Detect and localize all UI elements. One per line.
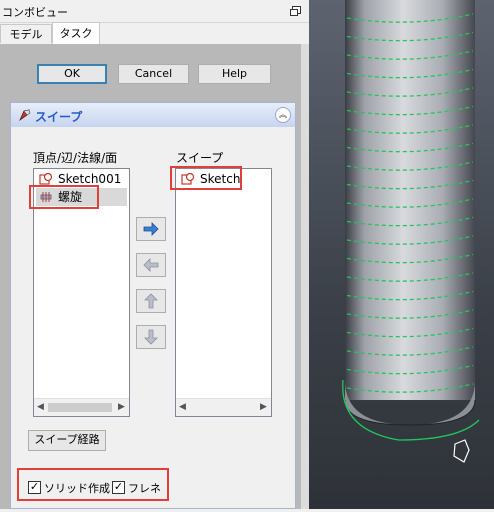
available-header: 頂点/辺/法線/面 [33, 151, 118, 165]
arrow-up-icon [144, 293, 158, 309]
arrow-down-icon [144, 329, 158, 345]
scroll-thumb[interactable] [48, 403, 112, 412]
arrow-left-icon [143, 258, 159, 272]
highlight-sketch [170, 166, 242, 190]
panel-titlebar: コンボビュー [0, 0, 309, 23]
sweep-title: スイープ [35, 110, 83, 124]
selected-list[interactable]: Sketch ◀ ▶ [175, 168, 272, 417]
help-button[interactable]: Help [198, 64, 271, 84]
sweep-panel-header: スイープ ︽ [11, 103, 295, 128]
move-up-button[interactable] [136, 289, 166, 313]
combo-view-panel: コンボビュー モデル タスク OK Cancel Help スイープ ︽ 頂点/… [0, 0, 309, 509]
cancel-button[interactable]: Cancel [118, 64, 189, 84]
scroll-right-icon[interactable]: ▶ [118, 402, 125, 412]
item-label: Sketch001 [58, 172, 122, 186]
move-down-button[interactable] [136, 325, 166, 349]
arrow-right-icon [143, 222, 159, 236]
sketch-icon [39, 172, 53, 185]
float-panel-button[interactable] [290, 6, 301, 16]
scroll-left-icon[interactable]: ◀ [179, 402, 186, 412]
remove-left-button[interactable] [136, 253, 166, 277]
add-right-button[interactable] [136, 217, 166, 241]
horizontal-scrollbar[interactable]: ◀ ▶ [34, 398, 129, 416]
collapse-chevron-icon[interactable]: ︽ [275, 107, 291, 123]
scroll-left-icon[interactable]: ◀ [37, 402, 44, 412]
horizontal-scrollbar[interactable]: ◀ ▶ [176, 398, 271, 416]
highlight-helix [29, 185, 99, 209]
sweep-solid [345, 0, 475, 400]
tab-bar: モデル タスク [0, 22, 309, 45]
sweep-path-button[interactable]: スイープ経路 [28, 430, 106, 451]
selected-header: スイープ [176, 151, 224, 165]
scroll-right-icon[interactable]: ▶ [260, 402, 267, 412]
sweep-icon [19, 109, 31, 122]
panel-title: コンボビュー [2, 6, 68, 19]
tab-model[interactable]: モデル [0, 24, 52, 43]
ok-button[interactable]: OK [37, 64, 107, 84]
sweep-panel: スイープ ︽ 頂点/辺/法線/面 スイープ Sketch001 螺旋 ◀ ▶ S… [10, 102, 296, 509]
highlight-options [17, 468, 169, 501]
sketch-profile [453, 439, 470, 463]
sweep-result-canvas [342, 0, 480, 463]
tab-task[interactable]: タスク [52, 22, 100, 45]
3d-viewport[interactable] [309, 0, 494, 509]
